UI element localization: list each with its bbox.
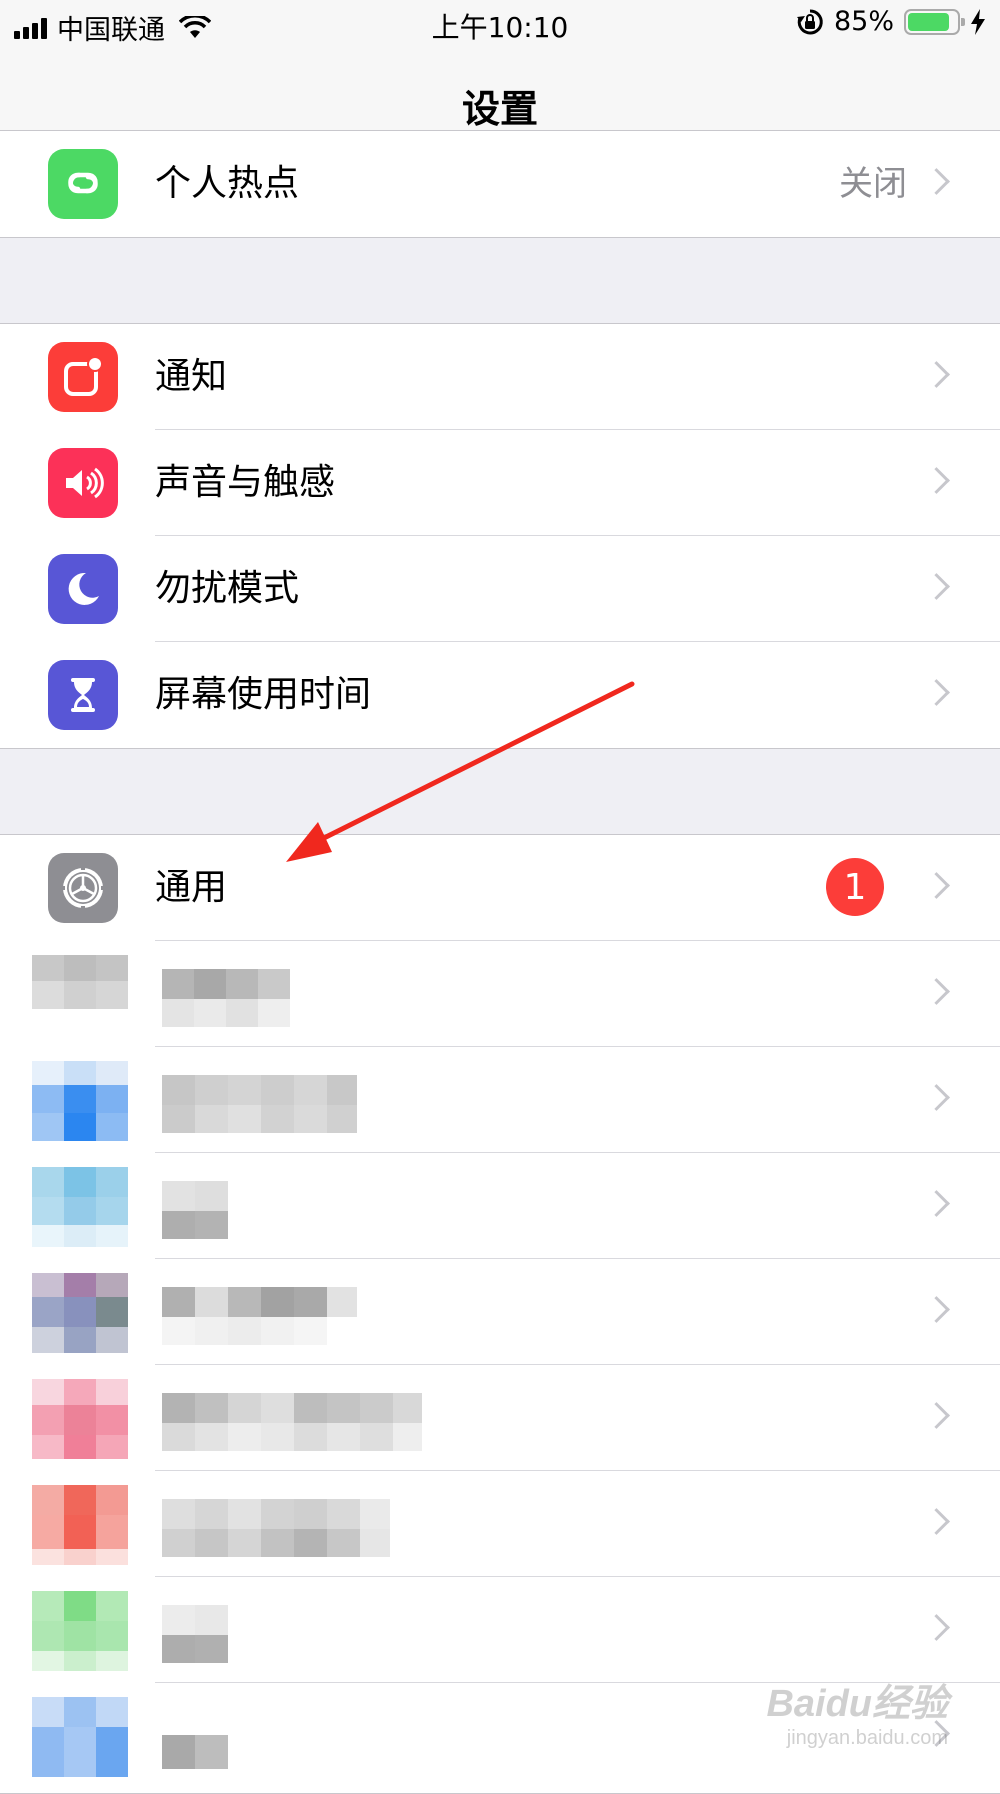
obscured-label — [162, 1393, 422, 1451]
moon-icon — [48, 554, 118, 624]
settings-row-general[interactable]: 通用 1 — [0, 835, 1000, 941]
notifications-icon — [48, 342, 118, 412]
chevron-right-icon — [923, 1614, 950, 1641]
obscured-label — [162, 1735, 228, 1769]
battery-percent: 85% — [833, 6, 894, 37]
chevron-right-icon — [923, 573, 950, 600]
chevron-right-icon — [923, 1190, 950, 1217]
charging-bolt-icon — [971, 8, 985, 35]
settings-row-value: 关闭 — [839, 164, 907, 204]
obscured-row-2[interactable] — [0, 1047, 1000, 1153]
obscured-label — [162, 1499, 390, 1557]
watermark-url: jingyan.baidu.com — [786, 1727, 948, 1749]
obscured-app-icon — [32, 1485, 128, 1565]
gear-icon — [48, 853, 118, 923]
settings-row-personal-hotspot[interactable]: 个人热点 关闭 — [0, 131, 1000, 237]
battery-icon — [904, 8, 965, 35]
obscured-row-3[interactable] — [0, 1153, 1000, 1259]
update-badge: 1 — [826, 858, 884, 916]
obscured-app-icon — [32, 1591, 128, 1671]
settings-row-screen-time[interactable]: 屏幕使用时间 — [0, 642, 1000, 748]
baidu-watermark: Baidu经验 jingyan.baidu.com — [766, 1672, 948, 1750]
settings-row-notifications[interactable]: 通知 — [0, 324, 1000, 430]
hourglass-icon — [48, 660, 118, 730]
chevron-right-icon — [923, 1296, 950, 1323]
settings-row-label: 勿扰模式 — [155, 568, 300, 609]
chevron-right-icon — [923, 978, 950, 1005]
obscured-label — [162, 1075, 357, 1133]
speaker-icon — [48, 448, 118, 518]
obscured-app-icon — [32, 1379, 128, 1459]
settings-row-label: 个人热点 — [155, 163, 300, 204]
status-bar: 中国联通 上午10:10 85% — [0, 0, 1000, 50]
chevron-right-icon — [923, 1084, 950, 1111]
obscured-row-4[interactable] — [0, 1259, 1000, 1365]
settings-group-notifications: 通知 声音与触感 勿扰模式 屏幕使用时间 — [0, 323, 1000, 749]
chevron-right-icon — [923, 467, 950, 494]
settings-group-hotspot: 个人热点 关闭 — [0, 130, 1000, 238]
settings-row-sounds-haptics[interactable]: 声音与触感 — [0, 430, 1000, 536]
settings-row-label: 通用 — [155, 867, 228, 908]
obscured-app-icon — [32, 955, 128, 1009]
obscured-label — [162, 1181, 228, 1239]
settings-row-label: 通知 — [155, 356, 228, 397]
chevron-right-icon — [923, 679, 950, 706]
obscured-app-icon — [32, 1273, 128, 1353]
settings-row-label: 声音与触感 — [155, 462, 336, 503]
chevron-right-icon — [923, 168, 950, 195]
obscured-row-6[interactable] — [0, 1471, 1000, 1577]
chevron-right-icon — [923, 872, 950, 899]
obscured-row-5[interactable] — [0, 1365, 1000, 1471]
obscured-label — [162, 1287, 357, 1345]
chevron-right-icon — [923, 1402, 950, 1429]
hotspot-icon — [48, 149, 118, 219]
settings-row-do-not-disturb[interactable]: 勿扰模式 — [0, 536, 1000, 642]
rotation-lock-icon — [796, 8, 823, 34]
chevron-right-icon — [923, 361, 950, 388]
chevron-right-icon — [923, 1508, 950, 1535]
obscured-row-7[interactable] — [0, 1577, 1000, 1683]
watermark-logo-text: Baidu经验 — [766, 1683, 948, 1725]
obscured-app-icon — [32, 1697, 128, 1777]
obscured-app-icon — [32, 1167, 128, 1247]
settings-row-label: 屏幕使用时间 — [155, 674, 372, 715]
obscured-app-icon — [32, 1061, 128, 1141]
obscured-label — [162, 1605, 228, 1663]
page-title: 设置 — [461, 87, 538, 131]
obscured-row-1[interactable] — [0, 941, 1000, 1047]
obscured-label — [162, 969, 290, 1027]
settings-group-general: 通用 1 — [0, 834, 1000, 1794]
